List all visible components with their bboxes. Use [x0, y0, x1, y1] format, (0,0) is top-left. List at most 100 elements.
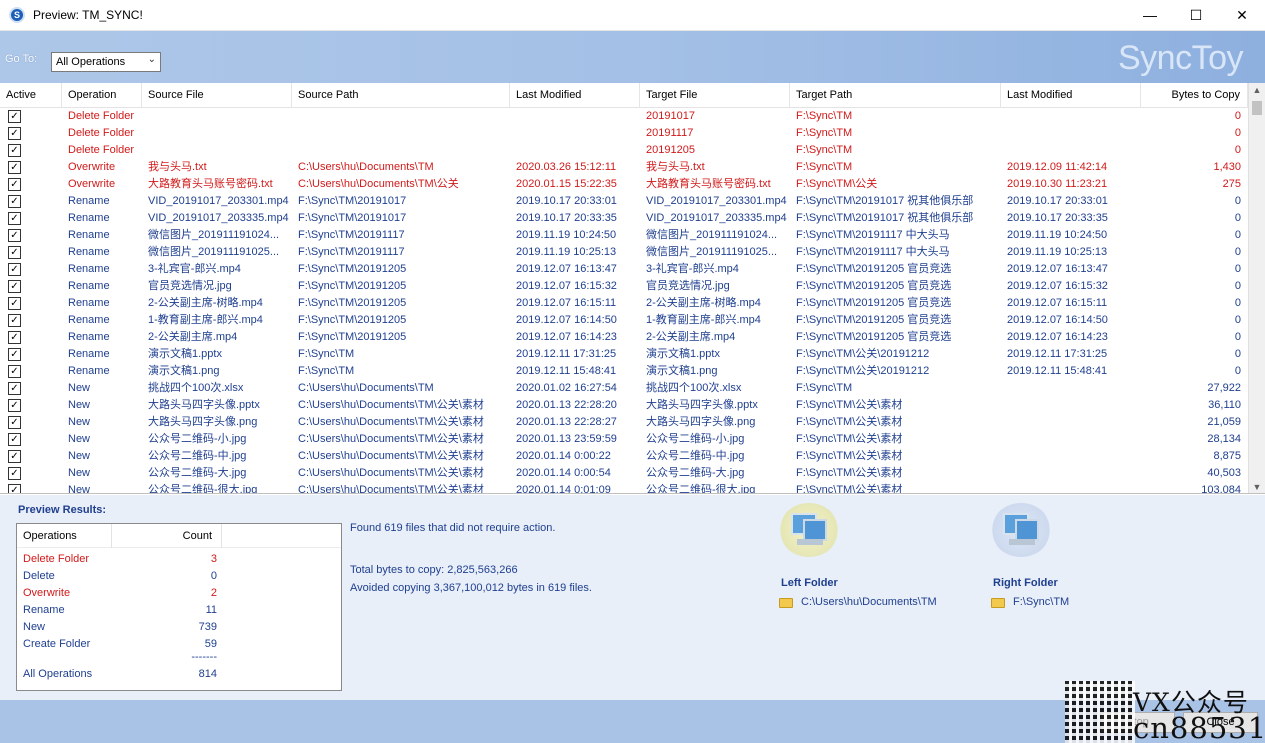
- col-target-path[interactable]: Target Path: [790, 83, 1001, 108]
- active-checkbox[interactable]: ✓: [8, 365, 21, 378]
- bytes-to-copy-cell: 103,084: [1201, 484, 1241, 494]
- active-checkbox[interactable]: ✓: [8, 212, 21, 225]
- scroll-down-icon[interactable]: ▼: [1249, 482, 1265, 492]
- active-checkbox[interactable]: ✓: [8, 280, 21, 293]
- active-checkbox[interactable]: ✓: [8, 433, 21, 446]
- results-total-row[interactable]: All Operations 814: [17, 666, 341, 683]
- active-checkbox[interactable]: ✓: [8, 161, 21, 174]
- source-modified-cell: [510, 108, 640, 125]
- table-row[interactable]: ✓ Overwrite 我与头马.txt C:\Users\hu\Documents\…: [0, 159, 1248, 176]
- results-row[interactable]: Delete Folder 3: [17, 551, 341, 568]
- close-button[interactable]: ✕: [1219, 0, 1265, 31]
- table-row[interactable]: ✓ New 公众号二维码-小.jpg C:\Users\hu\Documents\TM…: [0, 431, 1248, 448]
- active-checkbox[interactable]: ✓: [8, 195, 21, 208]
- col-target-modified[interactable]: Last Modified: [1001, 83, 1141, 108]
- target-path-cell: F:\Sync\TM\公关: [796, 178, 878, 190]
- active-checkbox[interactable]: ✓: [8, 331, 21, 344]
- folder-icon: [779, 598, 793, 608]
- goto-dropdown[interactable]: All Operations ⌄: [51, 52, 161, 72]
- scroll-thumb[interactable]: [1252, 101, 1262, 115]
- results-row[interactable]: Delete 0: [17, 568, 341, 585]
- active-checkbox[interactable]: ✓: [8, 263, 21, 276]
- operation-cell: New: [68, 450, 91, 462]
- col-source-file[interactable]: Source File: [142, 83, 292, 108]
- source-file-cell: 官员竞选情况.jpg: [148, 280, 232, 292]
- table-row[interactable]: ✓ Rename VID_20191017_203301.mp4 F:\Sync\TM…: [0, 193, 1248, 210]
- table-row[interactable]: ✓ Delete Folder 20191117 F:\Sync\TM 0: [0, 125, 1248, 142]
- active-checkbox[interactable]: ✓: [8, 314, 21, 327]
- table-row[interactable]: ✓ New 大路头马四字头像.pptx C:\Users\hu\Documents\T…: [0, 397, 1248, 414]
- table-row[interactable]: ✓ Delete Folder 20191205 F:\Sync\TM 0: [0, 142, 1248, 159]
- col-source-modified[interactable]: Last Modified: [510, 83, 640, 108]
- table-row[interactable]: ✓ Rename 演示文稿1.png F:\Sync\TM 2019.12.11 15:…: [0, 363, 1248, 380]
- active-checkbox[interactable]: ✓: [8, 229, 21, 242]
- operation-cell: Delete Folder: [68, 127, 135, 139]
- maximize-button[interactable]: ☐: [1173, 0, 1219, 31]
- active-checkbox[interactable]: ✓: [8, 467, 21, 480]
- operation-cell: New: [68, 484, 91, 494]
- source-modified-cell: 2020.01.13 22:28:27: [516, 416, 617, 428]
- table-row[interactable]: ✓ Rename 2-公关副主席.mp4 F:\Sync\TM\20191205 201…: [0, 329, 1248, 346]
- operation-cell: New: [68, 382, 91, 394]
- active-checkbox[interactable]: ✓: [8, 127, 21, 140]
- results-operation-label: Rename: [23, 604, 65, 616]
- minimize-button[interactable]: —: [1127, 0, 1173, 31]
- table-row[interactable]: ✓ New 挑战四个100次.xlsx C:\Users\hu\Documents\T…: [0, 380, 1248, 397]
- results-row[interactable]: Overwrite 2: [17, 585, 341, 602]
- target-path-cell: F:\Sync\TM\20191117 中大头马: [796, 246, 950, 258]
- active-checkbox[interactable]: ✓: [8, 246, 21, 259]
- bytes-to-copy-cell: 27,922: [1207, 382, 1241, 394]
- active-checkbox[interactable]: ✓: [8, 348, 21, 361]
- source-path-cell: C:\Users\hu\Documents\TM\公关: [298, 178, 459, 190]
- bytes-to-copy-cell: 0: [1234, 348, 1241, 360]
- table-row[interactable]: ✓ New 公众号二维码-大.jpg C:\Users\hu\Documents\TM…: [0, 465, 1248, 482]
- table-row[interactable]: ✓ Rename 2-公关副主席-树略.mp4 F:\Sync\TM\20191205…: [0, 295, 1248, 312]
- target-file-cell: 3-礼宾官-郎兴.mp4: [646, 263, 739, 275]
- table-row[interactable]: ✓ Rename VID_20191017_203335.mp4 F:\Sync\TM…: [0, 210, 1248, 227]
- bytes-to-copy-cell: 40,503: [1207, 467, 1241, 479]
- active-checkbox[interactable]: ✓: [8, 450, 21, 463]
- goto-selected-value: All Operations: [56, 56, 126, 68]
- active-checkbox[interactable]: ✓: [8, 110, 21, 123]
- results-row[interactable]: Rename 11: [17, 602, 341, 619]
- target-path-cell: F:\Sync\TM\公关\素材: [796, 484, 903, 494]
- results-col-operations: Operations: [23, 530, 77, 542]
- active-checkbox[interactable]: ✓: [8, 416, 21, 429]
- table-row[interactable]: ✓ New 公众号二维码-很大.jpg C:\Users\hu\Documents\T…: [0, 482, 1248, 494]
- active-checkbox[interactable]: ✓: [8, 297, 21, 310]
- results-row[interactable]: New 739: [17, 619, 341, 636]
- source-file-cell: 1-教育副主席-郎兴.mp4: [148, 314, 263, 326]
- table-row[interactable]: ✓ Rename 1-教育副主席-郎兴.mp4 F:\Sync\TM\20191205…: [0, 312, 1248, 329]
- table-row[interactable]: ✓ Rename 3-礼宾官-郎兴.mp4 F:\Sync\TM\20191205 20…: [0, 261, 1248, 278]
- target-modified-cell: 2019.10.17 20:33:01: [1007, 195, 1108, 207]
- col-active[interactable]: Active: [0, 83, 62, 108]
- source-modified-cell: 2020.03.26 15:12:11: [516, 161, 617, 173]
- source-modified-cell: 2020.01.14 0:01:09: [516, 484, 611, 494]
- col-target-file[interactable]: Target File: [640, 83, 790, 108]
- table-row[interactable]: ✓ Rename 微信图片_201911191024... F:\Sync\TM\20…: [0, 227, 1248, 244]
- source-modified-cell: 2019.10.17 20:33:35: [516, 212, 617, 224]
- table-row[interactable]: ✓ Delete Folder 20191017 F:\Sync\TM 0: [0, 108, 1248, 125]
- divider: [221, 524, 222, 548]
- table-row[interactable]: ✓ Rename 官员竞选情况.jpg F:\Sync\TM\20191205 2019…: [0, 278, 1248, 295]
- active-checkbox[interactable]: ✓: [8, 484, 21, 493]
- table-row[interactable]: ✓ New 公众号二维码-中.jpg C:\Users\hu\Documents\TM…: [0, 448, 1248, 465]
- source-path-cell: F:\Sync\TM: [298, 348, 355, 360]
- table-row[interactable]: ✓ New 大路头马四字头像.png C:\Users\hu\Documents\TM…: [0, 414, 1248, 431]
- scroll-up-icon[interactable]: ▲: [1249, 85, 1265, 95]
- table-row[interactable]: ✓ Rename 微信图片_201911191025... F:\Sync\TM\20…: [0, 244, 1248, 261]
- right-folder-path: F:\Sync\TM: [1013, 596, 1070, 608]
- vertical-scrollbar[interactable]: ▲ ▼: [1248, 83, 1265, 493]
- col-bytes-to-copy[interactable]: Bytes to Copy: [1141, 83, 1248, 108]
- col-source-path[interactable]: Source Path: [292, 83, 510, 108]
- active-checkbox[interactable]: ✓: [8, 382, 21, 395]
- col-operation[interactable]: Operation: [62, 83, 142, 108]
- table-row[interactable]: ✓ Overwrite 大路教育头马账号密码.txt C:\Users\hu\Docu…: [0, 176, 1248, 193]
- active-checkbox[interactable]: ✓: [8, 144, 21, 157]
- active-checkbox[interactable]: ✓: [8, 178, 21, 191]
- active-checkbox[interactable]: ✓: [8, 399, 21, 412]
- source-modified-cell: 2020.01.13 23:59:59: [516, 433, 617, 445]
- table-row[interactable]: ✓ Rename 演示文稿1.pptx F:\Sync\TM 2019.12.11 17…: [0, 346, 1248, 363]
- total-bytes-text: Total bytes to copy: 2,825,563,266: [350, 564, 518, 576]
- results-separator: -------: [191, 651, 217, 663]
